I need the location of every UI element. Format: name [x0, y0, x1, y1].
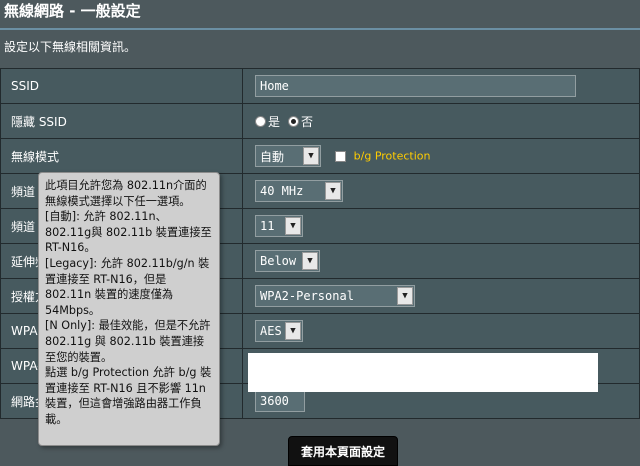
- extension-channel-select[interactable]: Below ▼: [255, 250, 320, 272]
- control-channel-select[interactable]: 11 ▼: [255, 215, 303, 237]
- tooltip-line: [N Only]: 最佳效能，但是不允許 802.11g 與 802.11b 裝…: [45, 319, 211, 364]
- page-title: 無線網路 - 一般設定: [4, 2, 141, 20]
- chevron-down-icon: ▼: [303, 147, 319, 165]
- wireless-mode-value: 自動: [260, 149, 285, 164]
- wireless-mode-label: 無線模式: [0, 138, 243, 174]
- wpa-key-input[interactable]: [248, 353, 598, 392]
- extension-channel-value: Below: [260, 254, 297, 268]
- ssid-input[interactable]: Home: [255, 75, 576, 97]
- hide-ssid-radio-group: 是 否: [255, 113, 321, 130]
- chevron-down-icon: ▼: [325, 182, 341, 200]
- tooltip-line: [自動]: 允許 802.11n、802.11g與 802.11b 裝置連接至 …: [45, 210, 212, 255]
- hide-ssid-no-label: 否: [301, 114, 314, 129]
- tooltip-line: [Legacy]: 允許 802.11b/g/n 裝置連接至 RT-N16，但是…: [45, 256, 210, 317]
- key-rotation-input[interactable]: 3600: [255, 390, 305, 412]
- bg-protection-checkbox[interactable]: [334, 150, 346, 162]
- chevron-down-icon: ▼: [302, 252, 318, 270]
- control-channel-value: 11: [260, 219, 275, 233]
- page-description: 設定以下無線相關資訊。: [4, 40, 137, 54]
- chevron-down-icon: ▼: [285, 322, 301, 340]
- chevron-down-icon: ▼: [397, 287, 413, 305]
- row-ssid: SSID Home: [0, 68, 640, 104]
- wireless-mode-select[interactable]: 自動 ▼: [255, 145, 321, 167]
- hide-ssid-label: 隱藏 SSID: [0, 103, 243, 139]
- apply-settings-button[interactable]: 套用本頁面設定: [288, 436, 398, 466]
- wpa-encryption-select[interactable]: AES ▼: [255, 320, 303, 342]
- auth-method-select[interactable]: WPA2-Personal ▼: [255, 285, 415, 307]
- hide-ssid-yes-label: 是: [268, 114, 281, 129]
- hide-ssid-yes-radio[interactable]: [255, 115, 266, 127]
- row-wireless-mode: 無線模式 自動 ▼ b/g Protection: [0, 138, 640, 174]
- row-hide-ssid: 隱藏 SSID 是 否: [0, 103, 640, 139]
- bg-protection-label: b/g Protection: [353, 149, 431, 163]
- chevron-down-icon: ▼: [285, 217, 301, 235]
- channel-bandwidth-select[interactable]: 40 MHz ▼: [255, 180, 343, 202]
- wpa-encryption-value: AES: [260, 324, 282, 338]
- wireless-mode-tooltip: 此項目允許您為 802.11n介面的無線模式選擇以下任一選項。 [自動]: 允許…: [38, 172, 220, 446]
- title-divider: [0, 28, 640, 30]
- hide-ssid-no-radio[interactable]: [288, 115, 300, 127]
- tooltip-line: 點選 b/g Protection 允許 b/g 裝置連接至 RT-N16 且不…: [45, 366, 212, 426]
- channel-bandwidth-value: 40 MHz: [260, 184, 304, 198]
- auth-method-value: WPA2-Personal: [260, 289, 354, 303]
- tooltip-line: 此項目允許您為 802.11n介面的無線模式選擇以下任一選項。: [45, 179, 207, 208]
- ssid-label: SSID: [0, 68, 243, 104]
